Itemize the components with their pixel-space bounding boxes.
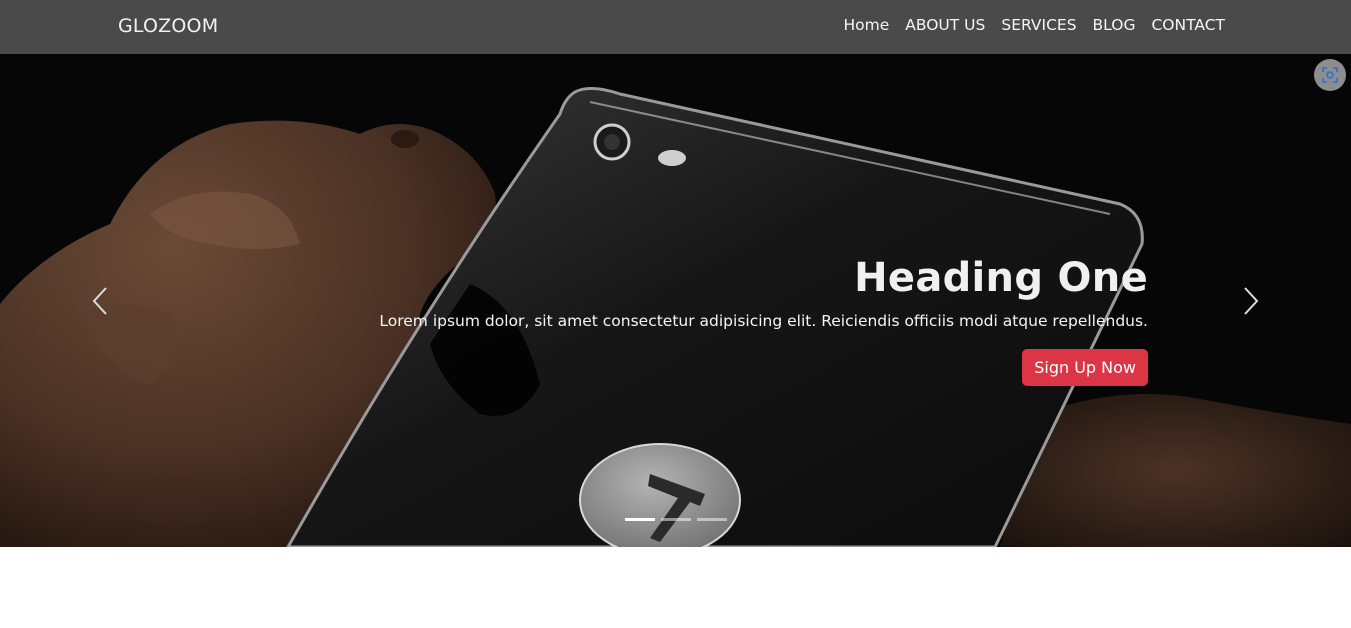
hero-carousel: Heading One Lorem ipsum dolor, sit amet … [0,54,1351,547]
carousel-next-button[interactable] [1235,286,1265,316]
nav-link-services[interactable]: SERVICES [1001,16,1076,34]
nav-link-contact[interactable]: CONTACT [1151,16,1225,34]
carousel-prev-button[interactable] [86,286,116,316]
slide-heading: Heading One [854,255,1148,301]
carousel-indicator-2[interactable] [661,518,691,521]
carousel-caption: Heading One Lorem ipsum dolor, sit amet … [379,254,1148,386]
chevron-left-icon [92,287,107,315]
carousel-indicators [625,518,727,521]
nav-links: Home ABOUT US SERVICES BLOG CONTACT [827,16,1225,34]
navbar: GLOZOOM Home ABOUT US SERVICES BLOG CONT… [0,0,1351,54]
fullscreen-icon [1322,67,1338,83]
carousel-indicator-3[interactable] [697,518,727,521]
nav-link-home[interactable]: Home [843,16,889,34]
fullscreen-button[interactable] [1314,59,1346,91]
carousel-indicator-1[interactable] [625,518,655,521]
slide-text: Lorem ipsum dolor, sit amet consectetur … [379,312,1148,330]
chevron-right-icon [1244,287,1259,315]
sign-up-button[interactable]: Sign Up Now [1022,349,1148,386]
brand-logo[interactable]: GLOZOOM [118,15,218,37]
nav-link-blog[interactable]: BLOG [1093,16,1136,34]
nav-link-about-us[interactable]: ABOUT US [905,16,985,34]
